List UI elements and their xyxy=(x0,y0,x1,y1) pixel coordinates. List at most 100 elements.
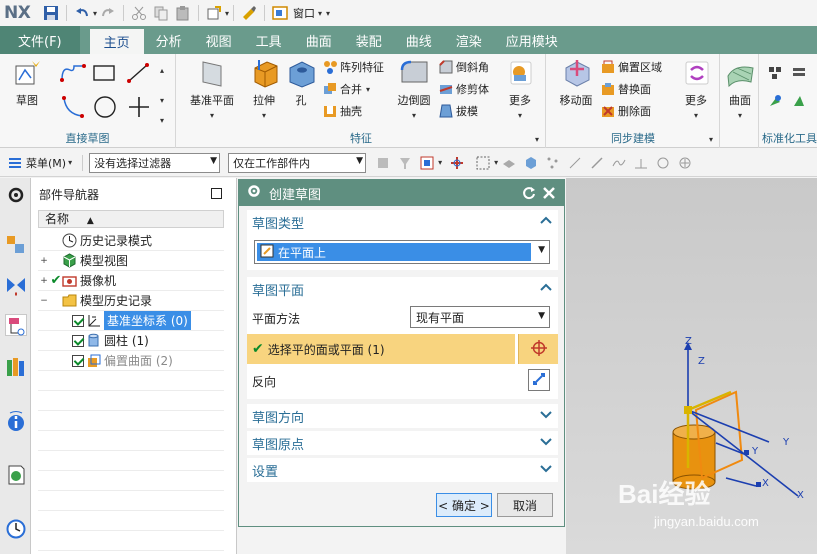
sketch-orientation-header[interactable]: 草图方向 xyxy=(247,404,558,428)
tab-file[interactable]: 文件(F) xyxy=(0,26,80,54)
midpoint-snap-icon[interactable] xyxy=(634,156,648,170)
sketch-origin-section[interactable]: 草图原点 xyxy=(247,431,558,455)
circle-snap-icon[interactable] xyxy=(656,156,670,170)
center-snap-icon[interactable] xyxy=(678,156,692,170)
selection-rectangle-icon[interactable] xyxy=(476,156,490,170)
feature-group-dropdown-icon[interactable]: ▾ xyxy=(535,135,539,144)
feature-more-button[interactable]: 更多 ▾ xyxy=(499,58,541,121)
tab-applications[interactable]: 应用模块 xyxy=(494,26,570,54)
assembly-filter-icon[interactable] xyxy=(376,156,390,170)
chamfer-button[interactable]: 倒斜角 xyxy=(439,58,489,76)
settings-section[interactable]: 设置 xyxy=(247,458,558,482)
close-icon[interactable] xyxy=(542,186,556,204)
sketch-row1-dropdown-icon[interactable]: ▴ xyxy=(160,66,164,75)
profile-icon[interactable] xyxy=(60,62,86,87)
plane-dialog-button[interactable] xyxy=(518,334,558,364)
tab-surface[interactable]: 曲面 xyxy=(294,26,344,54)
sketch-type-select[interactable]: 在平面上 ▼ xyxy=(254,240,550,264)
replace-face-button[interactable]: 替换面 xyxy=(601,80,651,98)
standard-tool-4-icon[interactable] xyxy=(792,94,806,111)
select-all-icon[interactable] xyxy=(420,156,434,170)
visibility-checkbox[interactable] xyxy=(72,354,84,367)
point-icon[interactable] xyxy=(126,94,152,123)
selection-rectangle-dropdown-icon[interactable]: ▾ xyxy=(494,158,498,167)
list-item[interactable]: + 模型视图 xyxy=(38,251,224,271)
edge-blend-button[interactable]: 边倒圆 ▾ xyxy=(391,58,437,121)
standard-tool-2-icon[interactable] xyxy=(792,66,806,83)
repeat-dropdown-icon[interactable]: ▾ xyxy=(225,9,229,18)
sync-more-button[interactable]: 更多 ▾ xyxy=(675,58,717,121)
collapse-icon[interactable]: − xyxy=(38,296,50,306)
chevron-up-icon[interactable] xyxy=(540,213,552,229)
reverse-direction-button[interactable] xyxy=(528,369,550,391)
part-navigator-icon[interactable] xyxy=(5,314,27,336)
gear-icon[interactable] xyxy=(247,184,261,202)
tab-curve[interactable]: 曲线 xyxy=(394,26,444,54)
sketch-plane-header[interactable]: 草图平面 xyxy=(247,277,558,301)
sketch-row2-dropdown-icon[interactable]: ▾ xyxy=(160,96,164,105)
tab-home[interactable]: 主页 xyxy=(89,29,144,54)
cancel-button[interactable]: 取消 xyxy=(497,493,553,517)
list-item[interactable]: − 模型历史记录 xyxy=(38,291,224,311)
standard-tool-3-icon[interactable] xyxy=(768,94,782,111)
undo-dropdown-icon[interactable]: ▾ xyxy=(93,9,97,18)
graphics-window[interactable]: Z Z Y Y X X Bai经验 jingyan.baidu.com xyxy=(566,178,817,554)
snap-point-icon[interactable] xyxy=(450,156,464,170)
arc-icon[interactable] xyxy=(60,94,86,123)
tab-tools[interactable]: 工具 xyxy=(244,26,294,54)
touch-mode-icon[interactable] xyxy=(241,5,257,21)
plane-method-select[interactable]: 现有平面 ▼ xyxy=(410,306,550,328)
offset-region-button[interactable]: 偏置区域 xyxy=(601,58,662,76)
web-browser-icon[interactable] xyxy=(5,464,27,486)
menu-button[interactable]: 菜单(M) xyxy=(26,155,66,171)
chevron-down-icon[interactable] xyxy=(540,434,552,450)
line-snap-icon[interactable] xyxy=(590,156,604,170)
assembly-navigator-icon[interactable] xyxy=(5,234,27,256)
ok-button[interactable]: < 确定 > xyxy=(436,493,492,517)
name-column-header[interactable]: 名称 ▲ xyxy=(38,210,224,228)
chevron-up-icon[interactable] xyxy=(540,280,552,296)
tab-analysis[interactable]: 分析 xyxy=(144,26,194,54)
tab-view[interactable]: 视图 xyxy=(194,26,244,54)
constraint-navigator-icon[interactable] xyxy=(5,274,27,296)
rectangle-icon[interactable] xyxy=(92,64,116,85)
redo-icon[interactable] xyxy=(100,5,116,21)
list-item[interactable]: 偏置曲面 (2) xyxy=(38,351,224,371)
hole-button[interactable]: 孔 xyxy=(281,58,321,108)
sketch-orientation-section[interactable]: 草图方向 xyxy=(247,404,558,428)
dialog-title-bar[interactable]: 创建草图 xyxy=(239,180,564,206)
reset-icon[interactable] xyxy=(522,186,536,204)
copy-icon[interactable] xyxy=(153,5,169,21)
draft-button[interactable]: 拔模 xyxy=(439,102,478,120)
sync-group-dropdown-icon[interactable]: ▾ xyxy=(709,135,713,144)
menu-dropdown-icon[interactable]: ▾ xyxy=(68,158,72,167)
maximize-icon[interactable] xyxy=(211,188,222,199)
window-icon[interactable] xyxy=(272,5,288,21)
list-item[interactable]: 基准坐标系 (0) xyxy=(38,311,224,331)
list-item[interactable]: + ✔ 摄像机 xyxy=(38,271,224,291)
expand-icon[interactable]: + xyxy=(38,276,50,286)
cut-icon[interactable] xyxy=(131,5,147,21)
shell-button[interactable]: 抽壳 xyxy=(323,102,362,120)
settings-icon[interactable] xyxy=(5,184,27,206)
customize-qat-icon[interactable]: ▾ xyxy=(326,9,330,18)
body-snap-icon[interactable] xyxy=(524,156,538,170)
circle-icon[interactable] xyxy=(92,94,118,123)
filter-reset-icon[interactable] xyxy=(398,156,412,170)
window-menu[interactable]: 窗口 xyxy=(293,5,315,21)
surface-button[interactable]: 曲面 ▾ xyxy=(721,58,759,121)
face-snap-icon[interactable] xyxy=(502,156,516,170)
hd3d-tools-icon[interactable] xyxy=(5,410,27,432)
curve-snap-icon[interactable] xyxy=(568,156,582,170)
paste-icon[interactable] xyxy=(175,5,191,21)
tab-assemblies[interactable]: 装配 xyxy=(344,26,394,54)
repeat-command-icon[interactable] xyxy=(206,5,222,21)
tab-render[interactable]: 渲染 xyxy=(444,26,494,54)
spline-snap-icon[interactable] xyxy=(612,156,626,170)
menu-icon[interactable] xyxy=(8,156,22,170)
visibility-checkbox[interactable] xyxy=(72,334,84,347)
move-face-button[interactable]: 移动面 xyxy=(553,58,599,108)
chevron-down-icon[interactable] xyxy=(540,461,552,477)
selection-scope-select[interactable]: 仅在工作部件内 ▼ xyxy=(228,152,367,173)
point-cloud-icon[interactable] xyxy=(546,156,560,170)
